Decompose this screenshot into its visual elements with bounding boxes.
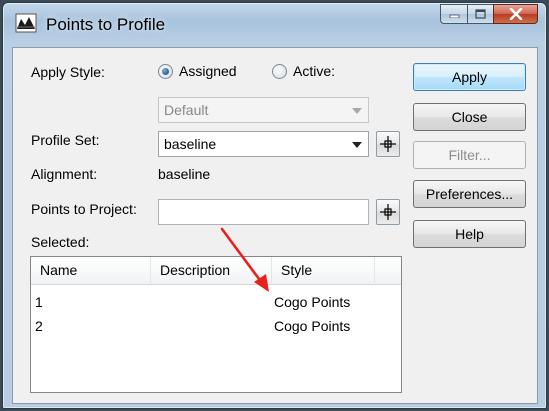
selected-label: Selected: (31, 234, 90, 250)
radio-active[interactable]: Active: (272, 63, 335, 79)
filter-button: Filter... (413, 141, 526, 169)
close-window-button[interactable] (493, 4, 538, 24)
window-title: Points to Profile (46, 15, 166, 34)
table-row[interactable]: 1 Cogo Points (31, 292, 401, 314)
radio-circle (158, 63, 173, 79)
column-header-filler (375, 257, 401, 285)
caption-buttons (440, 4, 538, 24)
column-header-description[interactable]: Description (151, 257, 272, 285)
cell-style: Cogo Points (274, 318, 351, 334)
chevron-down-icon (352, 142, 362, 148)
style-combo-value: Default (164, 102, 209, 118)
minimize-icon (449, 14, 459, 18)
radio-assigned[interactable]: Assigned (158, 63, 237, 79)
points-to-project-input[interactable] (158, 199, 369, 225)
style-combo: Default (158, 97, 369, 123)
crosshair-icon (380, 204, 396, 220)
column-header-name[interactable]: Name (31, 257, 151, 285)
pick-points-button[interactable] (376, 199, 400, 225)
help-button[interactable]: Help (413, 220, 526, 248)
points-to-project-label: Points to Project: (31, 201, 137, 217)
radio-assigned-label: Assigned (179, 63, 237, 79)
crosshair-icon (380, 136, 396, 152)
maximize-icon (475, 9, 486, 19)
minimize-button[interactable] (440, 4, 467, 24)
column-header-style[interactable]: Style (272, 257, 375, 285)
alignment-value: baseline (158, 166, 211, 182)
apply-button[interactable]: Apply (413, 63, 526, 91)
list-header: Name Description Style (31, 257, 401, 285)
cell-style: Cogo Points (274, 294, 351, 310)
close-icon (509, 8, 522, 20)
preferences-button[interactable]: Preferences... (413, 180, 526, 208)
table-row[interactable]: 2 Cogo Points (31, 316, 401, 338)
apply-style-label: Apply Style: (31, 64, 105, 80)
dialog-body: Apply Style: Assigned Active: Default Pr… (12, 47, 538, 404)
radio-circle (272, 63, 287, 79)
cell-name: 2 (35, 318, 43, 334)
profile-set-label: Profile Set: (31, 132, 100, 148)
radio-selected-dot (162, 67, 169, 75)
chevron-down-icon (352, 108, 362, 114)
close-button[interactable]: Close (413, 103, 526, 131)
radio-active-label: Active: (293, 63, 336, 79)
selected-points-list[interactable]: Name Description Style 1 Cogo Points 2 C… (30, 256, 402, 393)
profile-icon (15, 13, 37, 33)
cell-name: 1 (35, 294, 43, 310)
pick-profile-set-button[interactable] (376, 131, 400, 157)
dialog-window: Points to Profile Apply Style: Assigned … (2, 2, 547, 409)
profile-set-combo[interactable]: baseline (158, 131, 369, 157)
maximize-button[interactable] (467, 4, 493, 24)
alignment-label: Alignment: (31, 166, 98, 182)
profile-set-value: baseline (164, 136, 217, 152)
title-bar[interactable]: Points to Profile (3, 3, 546, 47)
